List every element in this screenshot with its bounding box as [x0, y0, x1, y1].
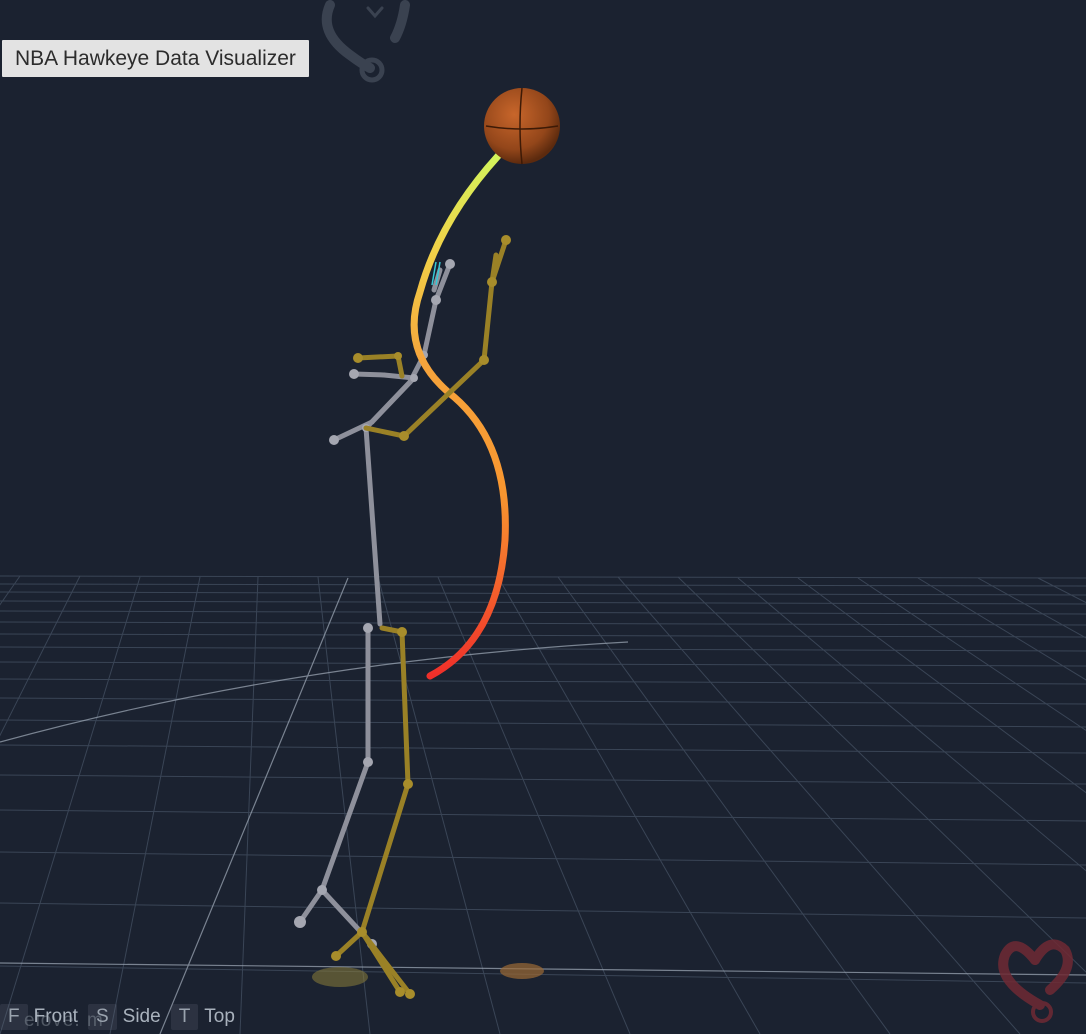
view-side-button[interactable]: S Side	[87, 1002, 163, 1032]
app-title-badge: NBA Hawkeye Data Visualizer	[2, 40, 309, 77]
view-top-label: Top	[204, 1006, 235, 1027]
basketball[interactable]	[484, 87, 560, 165]
heart-logo-icon	[321, 0, 410, 83]
shadow-ellipse	[500, 963, 544, 979]
view-top-key: T	[170, 1004, 199, 1030]
view-front-key: F	[0, 1004, 28, 1030]
player-joints-gray	[294, 259, 455, 949]
view-side-key: S	[87, 1004, 117, 1030]
view-side-label: Side	[122, 1006, 161, 1027]
view-front-button[interactable]: F Front	[0, 1002, 80, 1032]
view-top-button[interactable]: T Top	[170, 1002, 237, 1032]
3d-viewport[interactable]: NBA Hawkeye Data Visualizer elove. m F F…	[0, 0, 1086, 1034]
camera-view-controls: F Front S Side T Top	[0, 1002, 245, 1032]
scene-canvas[interactable]	[0, 0, 1086, 1034]
shadow-ellipse	[312, 967, 368, 987]
axis-lines	[0, 577, 1086, 1034]
view-front-label: Front	[33, 1006, 78, 1027]
